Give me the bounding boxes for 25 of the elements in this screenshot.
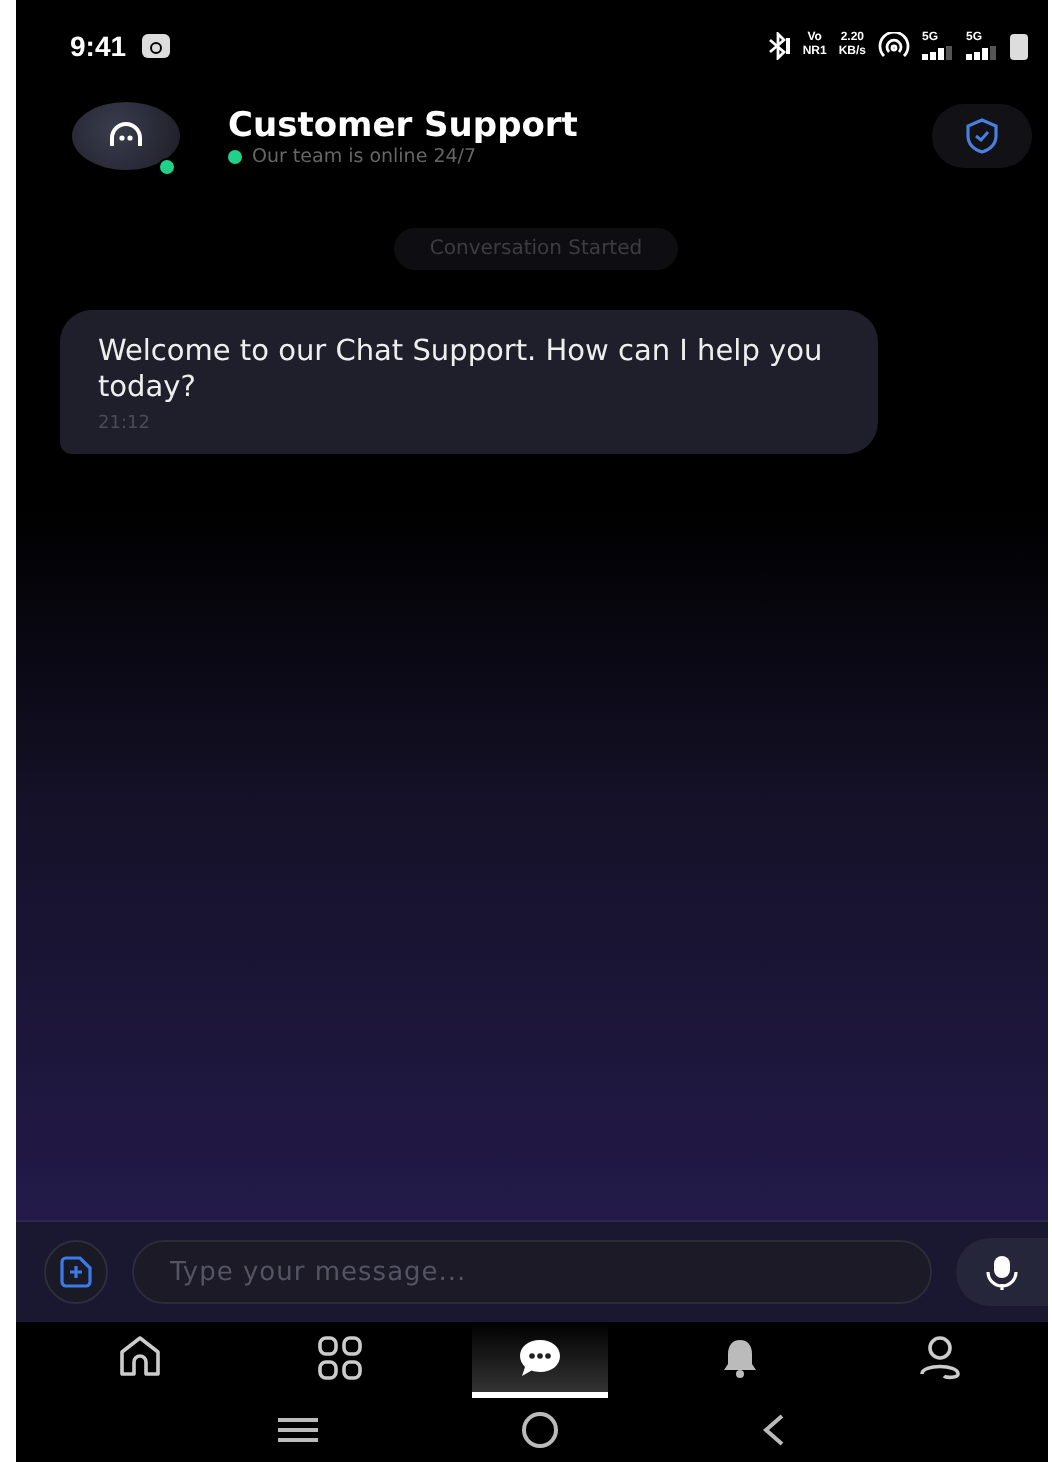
- hotspot-icon: [878, 32, 910, 60]
- back-icon[interactable]: [762, 1412, 787, 1448]
- microphone-button[interactable]: [956, 1238, 1048, 1306]
- security-button[interactable]: [932, 104, 1032, 168]
- signal-icon: [922, 46, 954, 60]
- message-text: Welcome to our Chat Support. How can I help you today?: [98, 334, 825, 406]
- notification-icon: [142, 34, 171, 58]
- microphone-icon: [986, 1254, 1018, 1290]
- shield-icon: [966, 118, 998, 154]
- nav-tab[interactable]: [472, 1322, 608, 1398]
- battery-icon: [1010, 32, 1028, 60]
- clock-time: 9:41: [70, 30, 127, 62]
- chat-title: Customer Support: [228, 105, 580, 145]
- headset-icon: [108, 122, 144, 150]
- attach-button[interactable]: [44, 1240, 108, 1304]
- message-field[interactable]: Type your message...: [132, 1240, 932, 1304]
- bluetooth-icon: [766, 32, 791, 60]
- status-text: Our team is online 24/7: [252, 145, 477, 167]
- home-button-icon[interactable]: [519, 1410, 560, 1450]
- signal-icon: [966, 46, 998, 60]
- menu-icon[interactable]: [277, 1416, 318, 1444]
- grid-icon: [316, 1333, 364, 1381]
- add-file-icon: [60, 1256, 92, 1288]
- home-icon: [116, 1333, 164, 1381]
- user-icon: [916, 1333, 964, 1381]
